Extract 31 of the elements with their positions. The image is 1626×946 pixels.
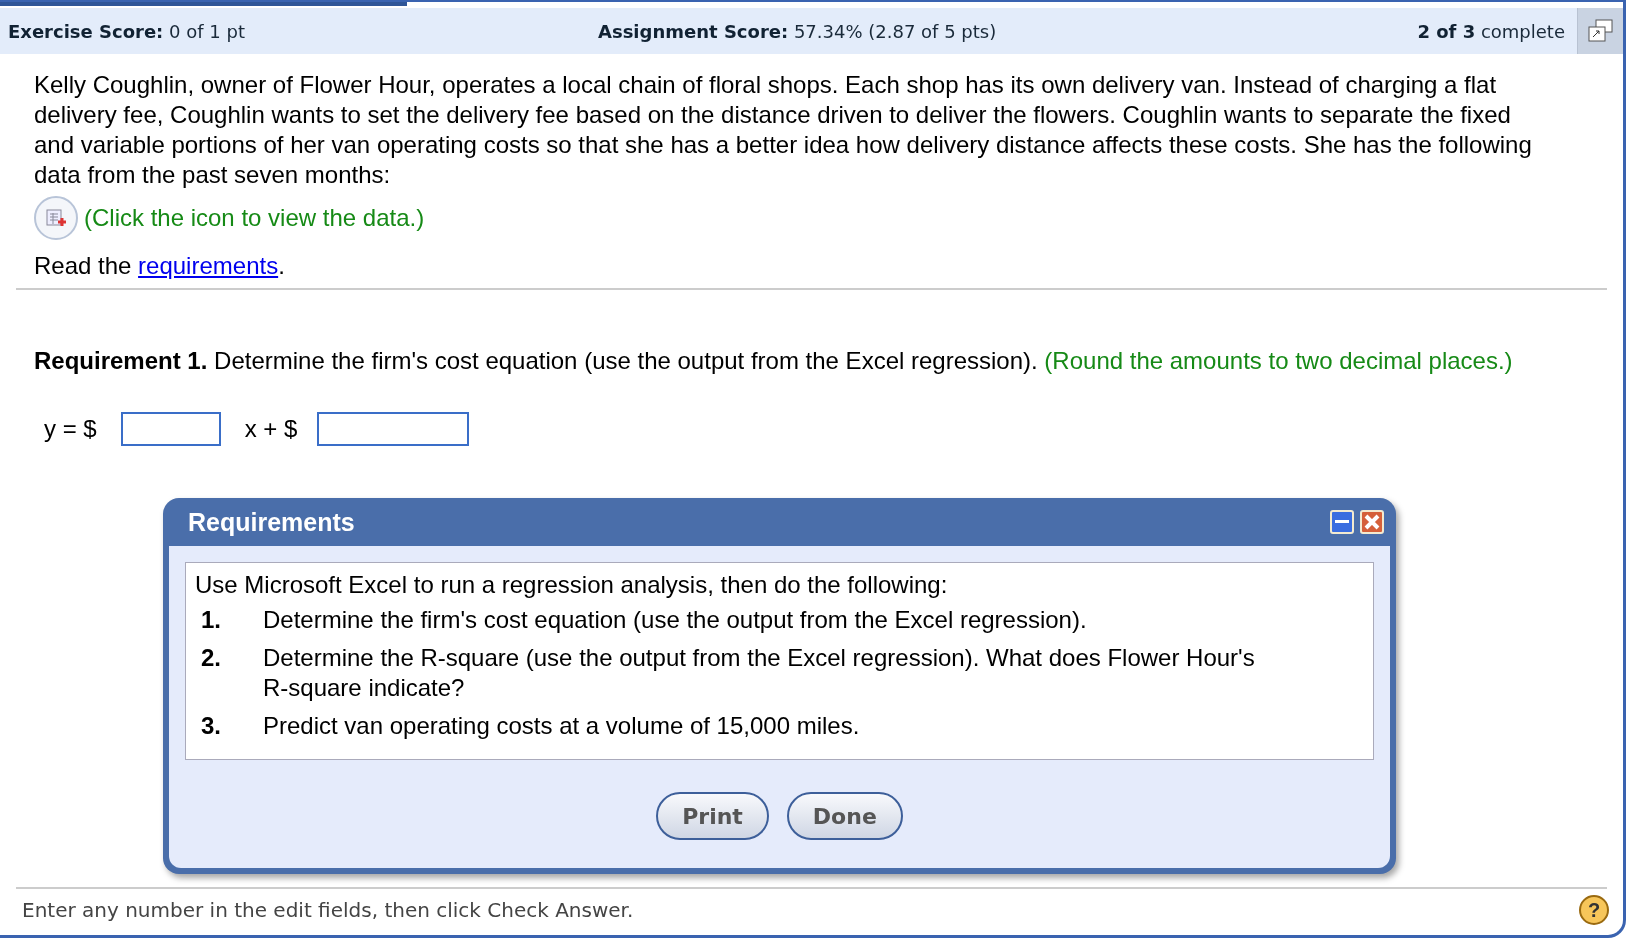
close-icon	[1364, 514, 1380, 530]
question-paragraph: Kelly Coughlin, owner of Flower Hour, operates a local chain of floral shops. Each shop has its own delivery van. Instead of charging a flat delivery fee, Coughlin wants to set the delivery fee based on the distance driven to deliver the flowers. Coughlin wants to separate the fixed and variable portions of her van operating costs so that she has a better idea how delivery distance affects these costs. She has the following data from the past seven months:	[34, 70, 1533, 190]
input-field[interactable]	[317, 412, 470, 446]
help-button[interactable]: ?	[1579, 895, 1609, 925]
exercise-score: Exercise Score: 0 of 1 pt	[7, 20, 246, 42]
data-link[interactable]: (Click the icon to view the data.)	[84, 204, 425, 232]
requirement-item: Determine the R-square (use the output from the Excel regression). What does Flower Hour's R-square indicate?	[263, 643, 1256, 703]
requirement-item: Predict van operating costs at a volume of 15,000 miles.	[263, 711, 861, 741]
requirement-text: Requirement 1. Determine the firm's cost equation (use the output from the Excel regression). (Round the amounts to two decimal places.)	[34, 346, 1514, 376]
item-number: 1.	[200, 605, 222, 635]
minimize-icon	[1335, 520, 1349, 524]
dialog-button[interactable]: Done	[786, 792, 903, 840]
read-requirements-text: Read the requirements.	[34, 252, 286, 280]
assignment-score: Assignment Score: 57.34% (2.87 of 5 pts)	[598, 20, 998, 42]
input-field[interactable]	[120, 412, 221, 446]
hint-text: Enter any number in the edit fields, then click Check Answer.	[22, 898, 634, 922]
popout-button[interactable]	[1577, 8, 1623, 54]
item-number: 3.	[200, 711, 222, 741]
progress-text: 2 of 3 complete	[1417, 20, 1566, 42]
equation-label: y = $	[44, 415, 97, 443]
dialog-button[interactable]: Print	[656, 792, 769, 840]
minimize-button[interactable]	[1330, 510, 1354, 534]
dialog-title: Requirements	[188, 507, 356, 537]
requirements-link[interactable]: requirements	[138, 252, 279, 279]
close-button[interactable]	[1360, 510, 1384, 534]
data-table-button[interactable]	[34, 196, 78, 240]
requirement-item: Determine the firm's cost equation (use the output from the Excel regression).	[263, 605, 1088, 635]
equation-label: x + $	[244, 415, 298, 443]
intro-text: Use Microsoft Excel to run a regression analysis, then do the following:	[195, 571, 949, 599]
item-number: 2.	[200, 643, 222, 673]
window-icon	[1585, 18, 1616, 44]
